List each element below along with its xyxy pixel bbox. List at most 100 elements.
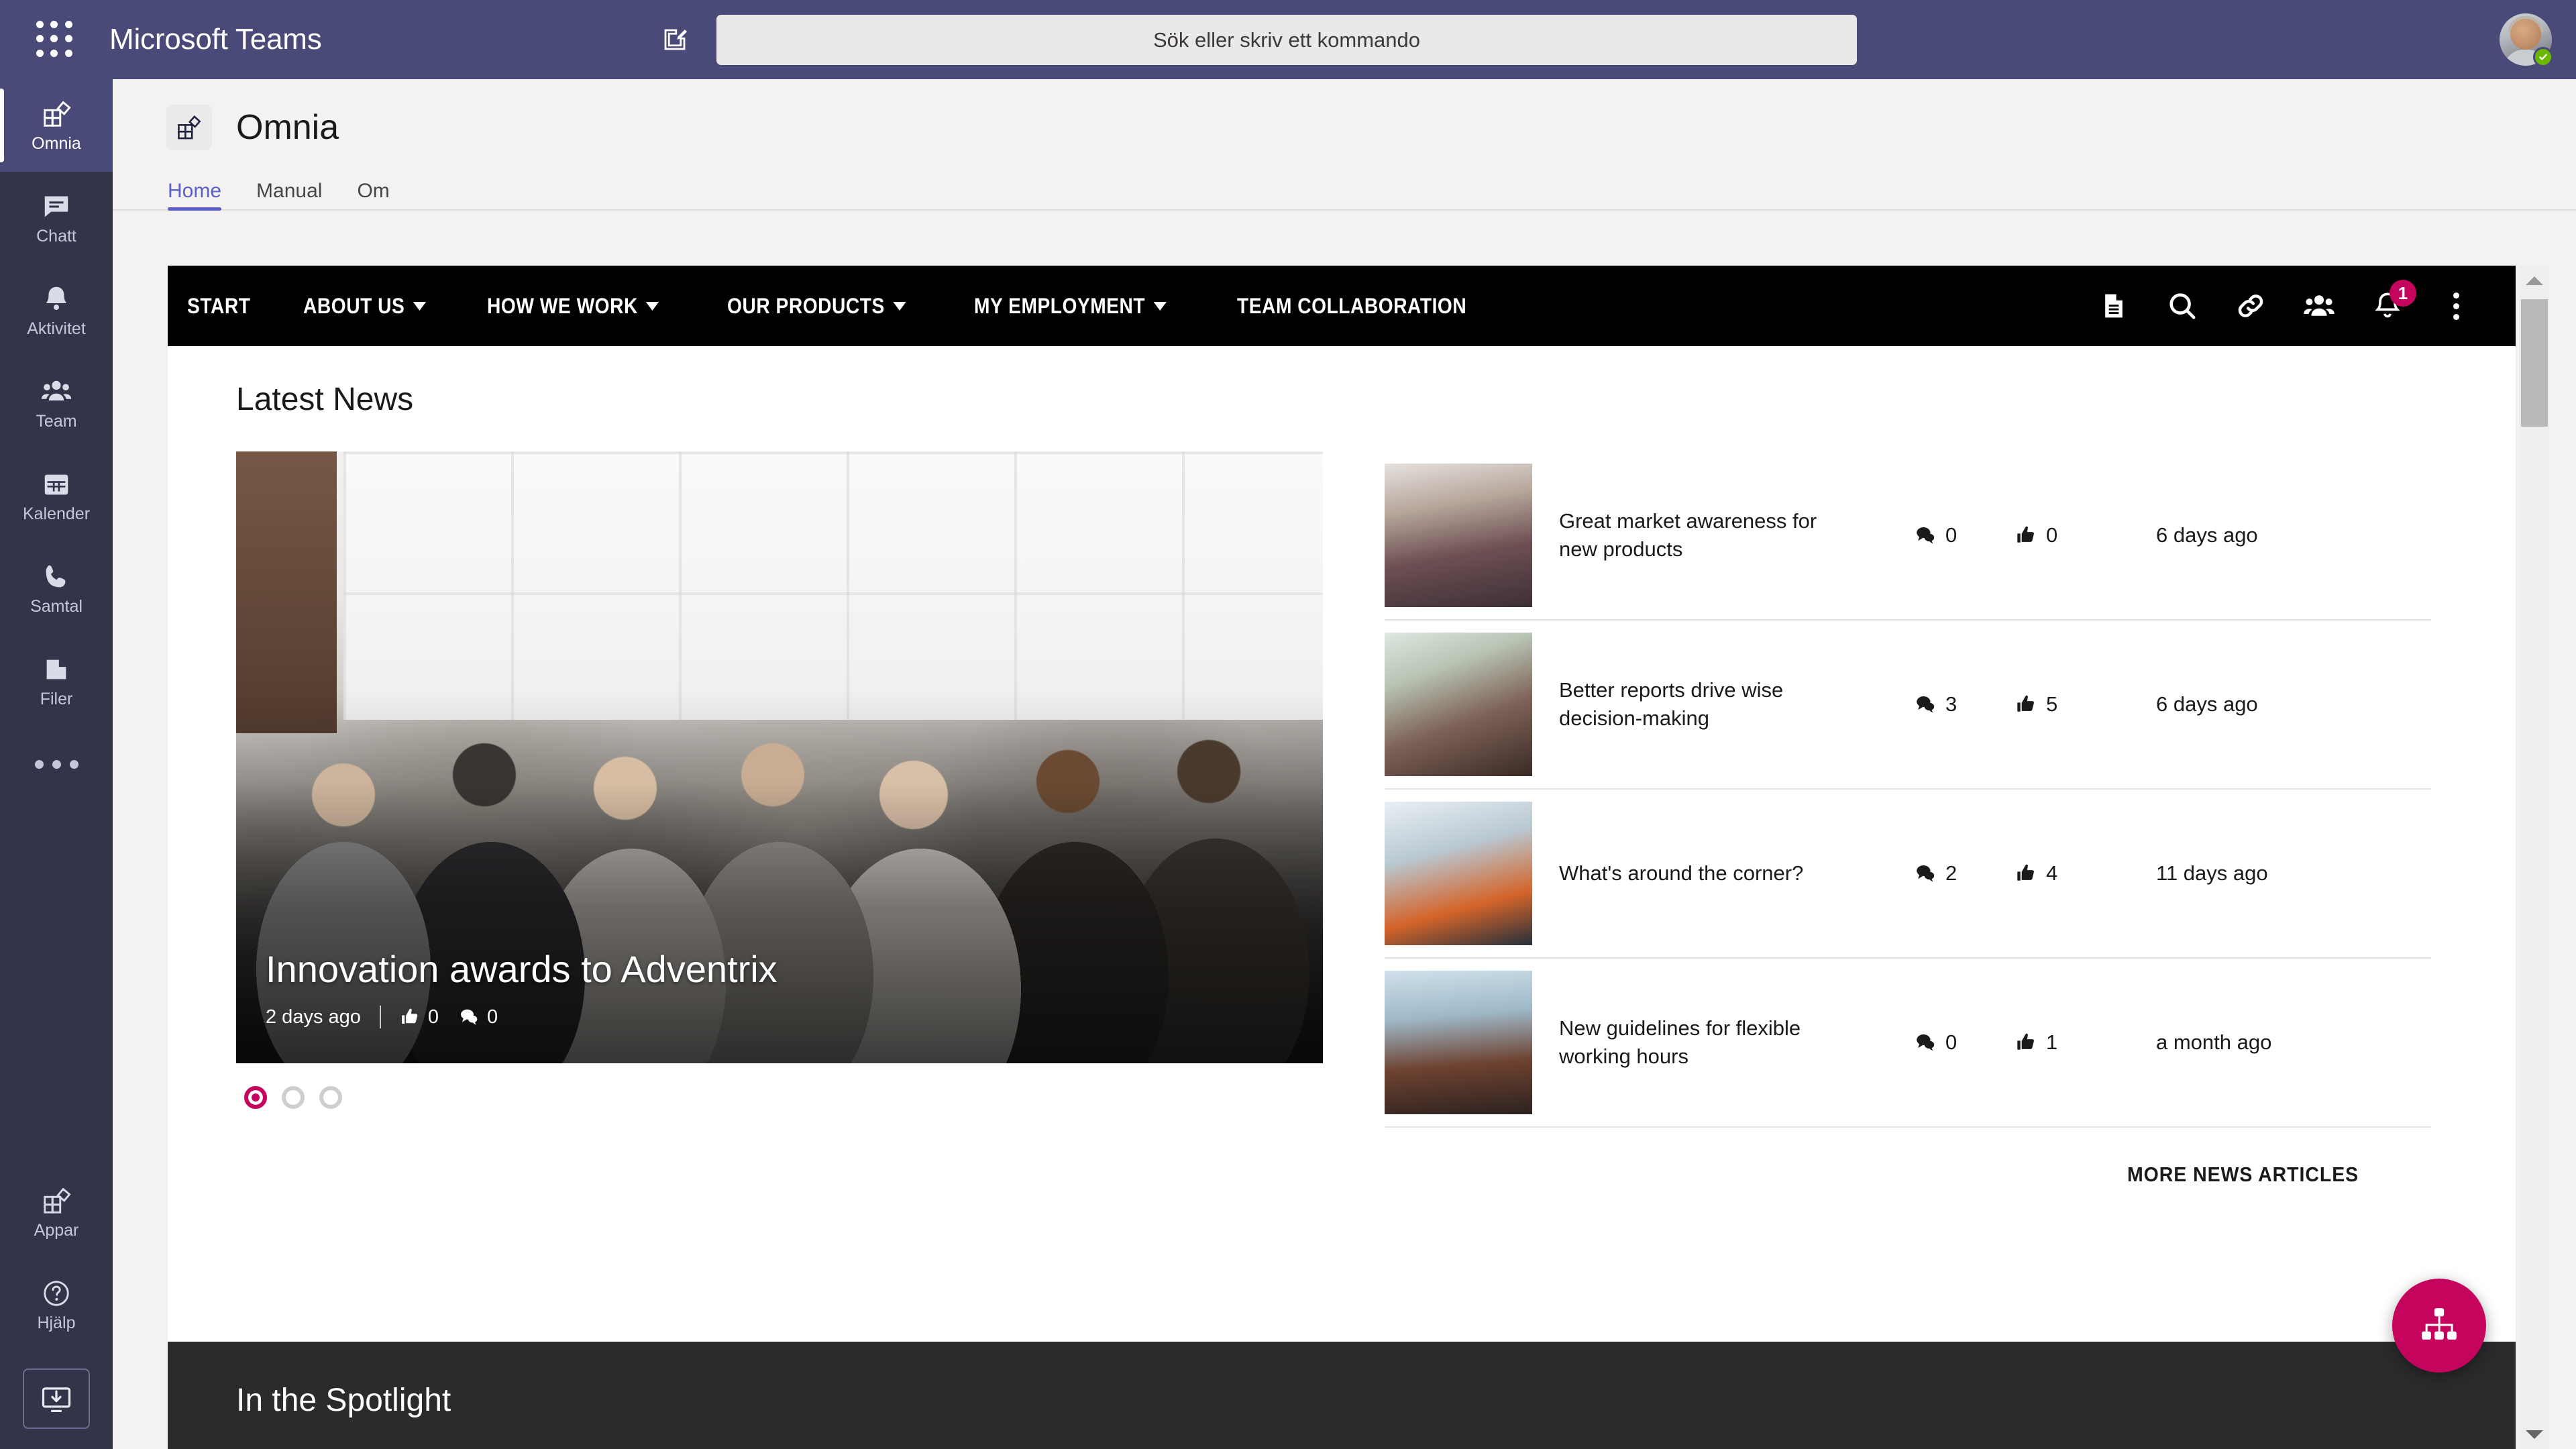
sidebar-item-chatt[interactable]: Chatt [0, 172, 113, 264]
news-like-count: 1 [2046, 1030, 2058, 1054]
carousel-dot-3[interactable] [319, 1086, 342, 1109]
meta-divider [379, 1006, 381, 1028]
nav-item-my-employment[interactable]: MY EMPLOYMENT [955, 294, 1186, 319]
news-comment-stat: 2 [1915, 861, 2015, 885]
download-desktop-app-icon[interactable] [23, 1368, 90, 1429]
nav-item-label: OUR PRODUCTS [727, 293, 885, 318]
sidebar-item-kalender[interactable]: Kalender [0, 449, 113, 542]
news-comment-count: 0 [1945, 1030, 1957, 1054]
news-title: Better reports drive wise decision-makin… [1559, 678, 1784, 730]
phone-icon [41, 561, 72, 593]
tab-om[interactable]: Om [357, 180, 389, 209]
search-icon[interactable] [2163, 286, 2202, 325]
scroll-down-arrow[interactable] [2520, 1419, 2549, 1449]
omnia-app-icon [166, 105, 212, 150]
thumbs-up-icon [2017, 1033, 2034, 1050]
people-icon [40, 376, 72, 408]
chevron-down-icon [646, 301, 659, 311]
news-thumbnail [1385, 464, 1532, 607]
files-icon [41, 653, 72, 686]
sidebar-item-filer[interactable]: Filer [0, 635, 113, 727]
hero-date: 2 days ago [266, 1006, 361, 1028]
tab-bar: Home Manual Om [113, 169, 2576, 211]
sidebar-item-label: Hjälp [37, 1313, 76, 1332]
sidebar-item-aktivitet[interactable]: Aktivitet [0, 264, 113, 357]
chat-icon [41, 191, 72, 223]
sidebar-item-appar[interactable]: Appar [0, 1166, 113, 1258]
sidebar-item-omnia[interactable]: Omnia [0, 79, 113, 172]
notification-count-badge: 1 [2390, 280, 2416, 307]
tab-home[interactable]: Home [168, 180, 222, 211]
comment-icon [461, 1009, 478, 1025]
thumbs-up-icon [2017, 526, 2034, 543]
nav-item-about-us[interactable]: ABOUT US [284, 294, 445, 319]
notification-bell-icon[interactable]: 1 [2368, 280, 2416, 325]
table-row[interactable]: What's around the corner? 2 4 11 days ag… [1385, 790, 2431, 959]
news-list: Great market awareness for new products … [1385, 451, 2431, 1187]
more-dots-icon[interactable] [0, 727, 113, 801]
nav-item-label: MY EMPLOYMENT [974, 293, 1146, 318]
chevron-down-icon [413, 301, 427, 311]
sidebar-item-label: Samtal [30, 596, 83, 616]
news-like-stat: 4 [2015, 861, 2116, 885]
nav-item-how-we-work[interactable]: HOW WE WORK [468, 294, 679, 319]
main-content: Omnia Home Manual Om START ABOUT US HOW … [113, 79, 2576, 1449]
news-date: a month ago [2156, 1030, 2272, 1054]
document-icon[interactable] [2094, 286, 2133, 325]
nav-item-team-collaboration[interactable]: TEAM COLLABORATION [1218, 294, 1486, 319]
sidebar-item-label: Kalender [22, 504, 91, 523]
thumbs-up-icon [2017, 864, 2034, 881]
news-like-count: 4 [2046, 861, 2058, 885]
news-comment-stat: 3 [1915, 692, 2015, 716]
hero-meta: 2 days ago 0 0 [266, 1006, 1296, 1028]
page-title: Omnia [236, 108, 339, 147]
sidebar-item-team[interactable]: Team [0, 357, 113, 449]
sidebar-item-label: Filer [40, 689, 73, 708]
carousel-dot-1[interactable] [244, 1086, 267, 1109]
thumbs-up-icon [402, 1008, 418, 1024]
table-row[interactable]: New guidelines for flexible working hour… [1385, 959, 2431, 1128]
news-comment-stat: 0 [1915, 523, 2015, 547]
nav-item-our-products[interactable]: OUR PRODUCTS [708, 294, 926, 319]
carousel-dot-2[interactable] [282, 1086, 305, 1109]
compose-pencil-icon[interactable] [654, 19, 696, 60]
app-launcher-icon[interactable] [36, 21, 74, 58]
nav-item-label: ABOUT US [303, 293, 405, 318]
tab-manual[interactable]: Manual [256, 180, 322, 209]
thumbs-up-icon [2017, 695, 2034, 712]
news-like-count: 5 [2046, 692, 2058, 716]
link-icon[interactable] [2231, 286, 2270, 325]
page-scrollbar[interactable] [2520, 266, 2549, 1449]
table-row[interactable]: Great market awareness for new products … [1385, 451, 2431, 621]
hero-comment-count: 0 [487, 1006, 498, 1028]
search-input[interactable]: Sök eller skriv ett kommando [716, 15, 1857, 65]
org-chart-fab-button[interactable] [2392, 1279, 2486, 1373]
site-navigation-bar: START ABOUT US HOW WE WORK OUR PRODUCTS … [168, 266, 2516, 346]
search-placeholder: Sök eller skriv ett kommando [1153, 28, 1420, 52]
sidebar-item-label: Chatt [36, 226, 76, 246]
more-news-articles-link[interactable]: MORE NEWS ARTICLES [2127, 1163, 2359, 1187]
sidebar-item-hjalp[interactable]: Hjälp [0, 1258, 113, 1351]
nav-item-label: START [187, 293, 251, 318]
omnia-app-icon [41, 98, 72, 130]
org-chart-icon [2422, 1308, 2457, 1340]
avatar[interactable] [2500, 13, 2553, 67]
app-title: Microsoft Teams [109, 23, 322, 56]
table-row[interactable]: Better reports drive wise decision-makin… [1385, 621, 2431, 790]
scroll-up-arrow[interactable] [2520, 266, 2549, 295]
news-comment-count: 0 [1945, 523, 1957, 547]
nav-item-label: HOW WE WORK [487, 293, 639, 318]
sidebar-item-label: Omnia [32, 133, 81, 153]
news-hero-column: Innovation awards to Adventrix 2 days ag… [236, 451, 1323, 1187]
more-vertical-icon[interactable] [2436, 286, 2475, 325]
nav-item-start[interactable]: START [168, 294, 270, 319]
calendar-icon [41, 468, 72, 500]
comment-icon [1917, 527, 1935, 544]
people-icon[interactable] [2300, 286, 2339, 325]
chevron-down-icon [1153, 301, 1167, 311]
news-title: New guidelines for flexible working hour… [1559, 1016, 1801, 1068]
sidebar-item-samtal[interactable]: Samtal [0, 542, 113, 635]
scrollbar-thumb[interactable] [2521, 299, 2548, 427]
hero-news-card[interactable]: Innovation awards to Adventrix 2 days ag… [236, 451, 1323, 1063]
news-like-stat: 5 [2015, 692, 2116, 716]
